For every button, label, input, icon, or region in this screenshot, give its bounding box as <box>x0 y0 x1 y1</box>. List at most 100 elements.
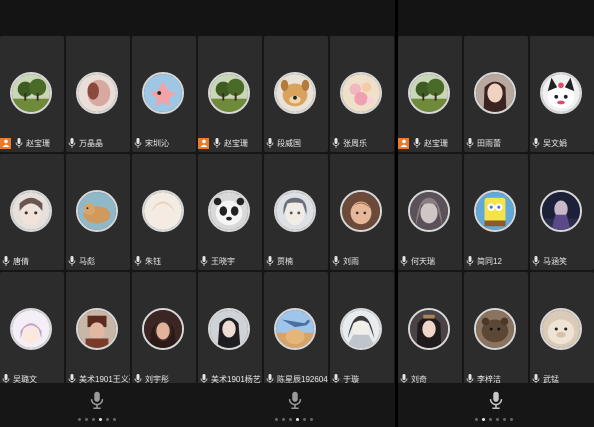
participant-nameplate: 简同12 <box>464 254 502 268</box>
participant-nameplate: 刘雨 <box>330 254 359 268</box>
participant-tile[interactable]: 刘雨 <box>330 154 394 270</box>
mic-icon <box>532 256 540 266</box>
avatar <box>10 190 52 232</box>
participant-nameplate: 段威国 <box>264 136 301 150</box>
participant-tile[interactable]: 段威国 <box>264 36 328 152</box>
person-icon <box>398 137 409 149</box>
participant-tile[interactable]: 赵宝珊 <box>398 36 462 152</box>
top-bar <box>398 0 594 36</box>
participant-tile[interactable]: 陈星辰192604102 <box>264 272 328 388</box>
mic-icon <box>266 138 274 148</box>
participant-tile[interactable]: 美术1901杨艺 <box>198 272 262 388</box>
participant-tile[interactable]: 赵宝珊 <box>0 36 64 152</box>
mic-icon <box>466 256 474 266</box>
participant-nameplate: 赵宝珊 <box>198 136 248 150</box>
participant-tile[interactable]: 唐倩 <box>0 154 64 270</box>
participant-name: 刘雨 <box>343 256 359 266</box>
person-icon <box>198 137 209 149</box>
mic-button-icon[interactable] <box>485 389 507 411</box>
participant-tile[interactable]: 简同12 <box>464 154 528 270</box>
avatar <box>76 308 118 350</box>
page-dot[interactable] <box>289 418 292 421</box>
participant-tile[interactable]: 美术1901王义豪 <box>66 272 130 388</box>
participant-name: 吴文娟 <box>543 138 567 148</box>
participant-tile[interactable]: 于璇 <box>330 272 394 388</box>
mic-icon <box>413 138 421 148</box>
page-dot[interactable] <box>113 418 116 421</box>
participant-tile[interactable]: 吴文娟 <box>530 36 594 152</box>
participant-tile[interactable]: 王晓宇 <box>198 154 262 270</box>
participant-tile[interactable]: 武锰 <box>530 272 594 388</box>
page-dot[interactable] <box>296 418 299 421</box>
page-dot[interactable] <box>99 418 102 421</box>
page-dot[interactable] <box>496 418 499 421</box>
participant-nameplate: 万晶晶 <box>66 136 103 150</box>
participant-tile[interactable]: 刘宇彤 <box>132 272 196 388</box>
page-dot[interactable] <box>92 418 95 421</box>
avatar <box>408 72 450 114</box>
participant-nameplate: 赵宝珊 <box>0 136 50 150</box>
avatar <box>540 72 582 114</box>
avatar <box>76 72 118 114</box>
page-dot[interactable] <box>106 418 109 421</box>
video-grid: 赵宝珊 万晶晶 宋圳沁 赵宝珊 段威国 张周乐 唐倩 马彪 朱钰 王晓宇 贾楠 刘雨 吴璐文 美术1901… <box>0 36 394 388</box>
participant-nameplate: 张周乐 <box>330 136 367 150</box>
avatar <box>274 190 316 232</box>
avatar <box>142 190 184 232</box>
page-dot[interactable] <box>310 418 313 421</box>
page-dot[interactable] <box>275 418 278 421</box>
participant-tile[interactable]: 李梓洁 <box>464 272 528 388</box>
top-bar <box>0 0 395 36</box>
participant-tile[interactable]: 宋圳沁 <box>132 36 196 152</box>
participant-tile[interactable]: 朱钰 <box>132 154 196 270</box>
participant-nameplate: 田雨蕾 <box>464 136 501 150</box>
participant-name: 贾楠 <box>277 256 293 266</box>
page-dot[interactable] <box>303 418 306 421</box>
page-dot[interactable] <box>503 418 506 421</box>
mic-icon <box>2 256 10 266</box>
participant-tile[interactable]: 赵宝珊 <box>198 36 262 152</box>
participant-tile[interactable]: 吴璐文 <box>0 272 64 388</box>
participant-tile[interactable]: 张周乐 <box>330 36 394 152</box>
page-dot[interactable] <box>489 418 492 421</box>
participant-tile[interactable]: 马彪 <box>66 154 130 270</box>
meeting-panel-3: 赵宝珊 田雨蕾 吴文娟何天瑞 简同12 马涵笑刘奇 李梓洁 武锰 <box>398 0 594 427</box>
participant-nameplate: 马彪 <box>66 254 95 268</box>
mic-icon <box>68 256 76 266</box>
page-dot[interactable] <box>482 418 485 421</box>
mic-icon <box>134 256 142 266</box>
page-dot[interactable] <box>475 418 478 421</box>
avatar <box>208 308 250 350</box>
person-icon <box>0 137 11 149</box>
participant-tile[interactable]: 马涵笑 <box>530 154 594 270</box>
page-indicator[interactable] <box>78 418 116 421</box>
participant-nameplate: 马涵笑 <box>530 254 567 268</box>
page-dot[interactable] <box>78 418 81 421</box>
page-dot[interactable] <box>510 418 513 421</box>
participant-tile[interactable]: 刘奇 <box>398 272 462 388</box>
mic-icon <box>200 256 208 266</box>
participant-name: 王晓宇 <box>211 256 235 266</box>
avatar <box>540 308 582 350</box>
page-dot[interactable] <box>282 418 285 421</box>
page-indicator[interactable] <box>275 418 313 421</box>
avatar <box>76 190 118 232</box>
participant-name: 何天瑞 <box>411 256 435 266</box>
participant-nameplate: 宋圳沁 <box>132 136 169 150</box>
mic-icon <box>466 138 474 148</box>
avatar <box>408 190 450 232</box>
avatar <box>274 72 316 114</box>
mic-button-icon[interactable] <box>284 389 306 411</box>
participant-tile[interactable]: 贾楠 <box>264 154 328 270</box>
participant-tile[interactable]: 何天瑞 <box>398 154 462 270</box>
mic-icon <box>332 138 340 148</box>
participant-tile[interactable]: 万晶晶 <box>66 36 130 152</box>
participant-tile[interactable]: 田雨蕾 <box>464 36 528 152</box>
participant-nameplate: 王晓宇 <box>198 254 235 268</box>
mic-button-icon[interactable] <box>86 389 108 411</box>
mic-icon <box>213 138 221 148</box>
page-indicator[interactable] <box>475 418 513 421</box>
mic-icon <box>266 256 274 266</box>
mic-icon <box>15 138 23 148</box>
page-dot[interactable] <box>85 418 88 421</box>
